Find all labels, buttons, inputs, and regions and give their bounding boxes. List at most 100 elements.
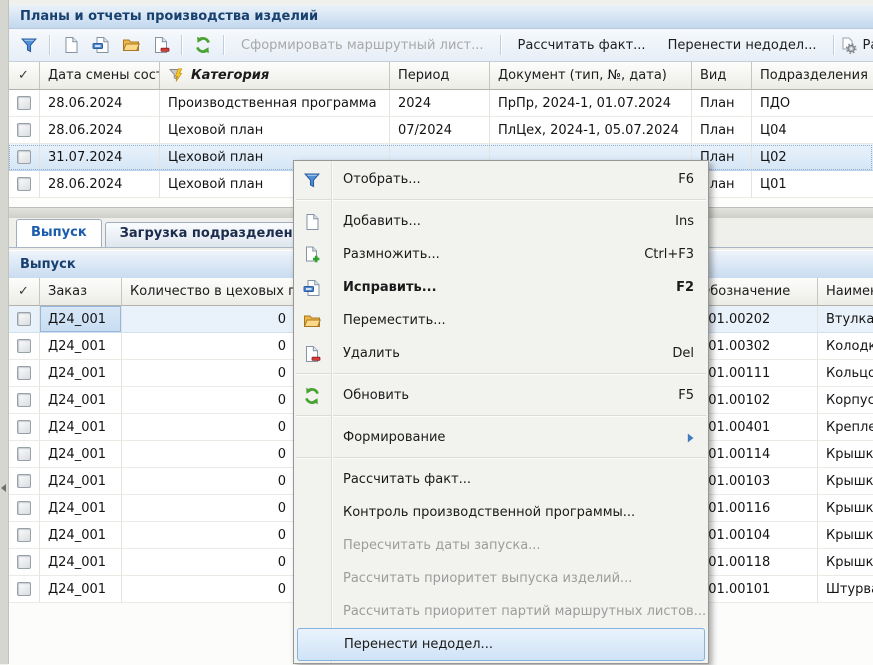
table-cell[interactable]: 001.00111 — [692, 360, 818, 387]
table-cell[interactable]: Втулка — [818, 306, 873, 333]
row-checkbox-cell[interactable] — [8, 306, 40, 333]
table-cell[interactable]: 001.00401 — [692, 414, 818, 441]
row-checkbox-cell[interactable] — [8, 360, 40, 387]
table-cell[interactable]: Крышка — [818, 495, 873, 522]
table-cell[interactable]: 001.00116 — [692, 495, 818, 522]
table-cell[interactable]: Крышка — [818, 441, 873, 468]
table-cell[interactable]: 001.00202 — [692, 306, 818, 333]
table-cell[interactable]: Д24_001 — [40, 414, 122, 441]
column-header-4[interactable]: Документ (тип, №, дата) — [490, 62, 692, 90]
column-header-2[interactable]: Количество в цеховых п... — [122, 278, 295, 306]
table-cell[interactable]: Д24_001 — [40, 576, 122, 603]
table-cell[interactable]: Крышка — [818, 522, 873, 549]
column-header-4[interactable]: Обозначение — [692, 278, 818, 306]
refresh-button[interactable] — [190, 32, 216, 58]
table-cell[interactable]: 001.00102 — [692, 387, 818, 414]
menu-item[interactable]: Исправить...F2 — [294, 271, 708, 304]
edit-button[interactable] — [88, 32, 114, 58]
table-cell[interactable]: Крепление — [818, 414, 873, 441]
move-button[interactable] — [118, 32, 144, 58]
table-cell[interactable]: 001.00118 — [692, 549, 818, 576]
menu-item[interactable]: Формирование — [294, 421, 708, 454]
table-cell[interactable]: Д24_001 — [40, 495, 122, 522]
table-cell[interactable]: Ц01 — [752, 171, 873, 198]
row-checkbox-cell[interactable] — [8, 144, 40, 171]
delete-button[interactable] — [148, 32, 174, 58]
menu-item[interactable]: Размножить...Ctrl+F3 — [294, 238, 708, 271]
table-cell[interactable]: Д24_001 — [40, 441, 122, 468]
row-checkbox-cell[interactable] — [8, 117, 40, 144]
table-cell[interactable]: Ц02 — [752, 144, 873, 171]
row-checkbox[interactable] — [17, 528, 31, 542]
table-cell[interactable]: План — [692, 90, 752, 117]
row-checkbox[interactable] — [17, 339, 31, 353]
row-checkbox[interactable] — [17, 420, 31, 434]
row-checkbox[interactable] — [17, 447, 31, 461]
column-header-1[interactable]: Дата смены сост — [40, 62, 160, 90]
table-cell[interactable]: Д24_001 — [40, 468, 122, 495]
table-cell[interactable]: 001.00114 — [692, 441, 818, 468]
table-cell[interactable]: 28.06.2024 — [40, 171, 160, 198]
table-cell[interactable]: ПрПр, 2024-1, 01.07.2024 — [490, 90, 692, 117]
table-cell[interactable]: 0 — [122, 576, 295, 603]
add-button[interactable] — [58, 32, 84, 58]
table-cell[interactable]: Производственная программа — [160, 90, 390, 117]
row-checkbox-cell[interactable] — [8, 495, 40, 522]
table-cell[interactable]: 001.00101 — [692, 576, 818, 603]
row-checkbox[interactable] — [17, 123, 31, 137]
table-cell[interactable]: 28.06.2024 — [40, 90, 160, 117]
select-all-column-header[interactable]: ✓ — [8, 62, 40, 90]
row-checkbox-cell[interactable] — [8, 414, 40, 441]
table-cell[interactable]: 28.06.2024 — [40, 117, 160, 144]
row-checkbox-cell[interactable] — [8, 171, 40, 198]
table-cell[interactable]: 07/2024 — [390, 117, 490, 144]
table-cell[interactable]: Ц04 — [752, 117, 873, 144]
table-cell[interactable]: ПДО — [752, 90, 873, 117]
menu-item[interactable]: ОбновитьF5 — [294, 379, 708, 412]
tab-vypusk[interactable]: Выпуск — [16, 219, 102, 247]
column-header-2[interactable]: Категория — [160, 62, 390, 90]
table-cell[interactable]: 0 — [122, 360, 295, 387]
table-row[interactable]: 28.06.2024Производственная программа2024… — [8, 90, 873, 117]
column-header-1[interactable]: Заказ — [40, 278, 122, 306]
table-cell[interactable]: 2024 — [390, 90, 490, 117]
row-checkbox[interactable] — [17, 474, 31, 488]
row-checkbox-cell[interactable] — [8, 333, 40, 360]
menu-item[interactable]: УдалитьDel — [294, 337, 708, 370]
row-checkbox-cell[interactable] — [8, 468, 40, 495]
menu-item[interactable]: Отобрать...F6 — [294, 163, 708, 196]
calculate-fact-button[interactable]: Рассчитать факт... — [507, 32, 657, 58]
table-cell[interactable]: Крышка — [818, 468, 873, 495]
table-cell[interactable]: 0 — [122, 522, 295, 549]
table-cell[interactable]: 0 — [122, 468, 295, 495]
row-checkbox[interactable] — [17, 582, 31, 596]
table-cell[interactable]: Д24_001 — [40, 387, 122, 414]
row-checkbox[interactable] — [17, 366, 31, 380]
row-checkbox-cell[interactable] — [8, 549, 40, 576]
column-header-5[interactable]: Вид — [692, 62, 752, 90]
row-checkbox[interactable] — [17, 501, 31, 515]
table-cell[interactable]: 001.00104 — [692, 522, 818, 549]
menu-item[interactable]: Перенести недодел... — [297, 628, 705, 661]
table-cell[interactable]: Корпус — [818, 387, 873, 414]
table-cell[interactable]: Штурвал — [818, 576, 873, 603]
table-row[interactable]: 28.06.2024Цеховой план07/2024ПлЦех, 2024… — [8, 117, 873, 144]
menu-item[interactable]: Рассчитать факт... — [294, 463, 708, 496]
table-cell[interactable]: ПлЦех, 2024-1, 05.07.2024 — [490, 117, 692, 144]
table-cell[interactable]: 001.00302 — [692, 333, 818, 360]
column-header-5[interactable]: Наименование — [818, 278, 873, 306]
select-all-column-header[interactable]: ✓ — [8, 278, 40, 306]
menu-item[interactable]: Контроль производственной программы... — [294, 496, 708, 529]
table-cell[interactable]: 0 — [122, 333, 295, 360]
table-cell[interactable]: Кольцо — [818, 360, 873, 387]
table-cell[interactable]: Д24_001 — [40, 549, 122, 576]
advanced-button[interactable]: Расширенный... — [840, 32, 873, 58]
collapse-left-arrow-icon[interactable] — [1, 484, 6, 492]
table-cell[interactable]: 0 — [122, 306, 295, 333]
row-checkbox-cell[interactable] — [8, 576, 40, 603]
table-cell[interactable]: 0 — [122, 387, 295, 414]
filter-button[interactable] — [16, 32, 42, 58]
table-cell[interactable]: Колодка — [818, 333, 873, 360]
table-cell[interactable]: 001.00103 — [692, 468, 818, 495]
row-checkbox[interactable] — [17, 177, 31, 191]
